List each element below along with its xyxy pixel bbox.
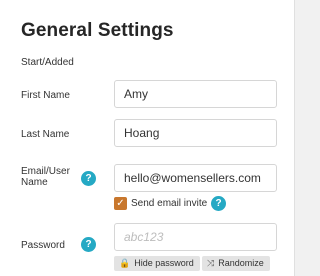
lock-icon: 🔒 [119,258,131,268]
send-invite-help-icon[interactable]: ? [211,196,226,211]
last-name-field[interactable] [114,119,277,147]
password-field[interactable] [114,223,277,251]
email-label: Email/User Name [21,166,70,188]
email-help-icon[interactable]: ? [81,171,96,186]
password-label: Password [21,240,65,251]
email-field[interactable] [114,164,277,192]
send-invite-label[interactable]: Send email invite [131,198,207,209]
hide-password-button[interactable]: 🔒 Hide password [114,256,200,271]
page-title: General Settings [21,20,174,41]
shuffle-icon: ⤨ [207,258,215,268]
settings-panel: General Settings Start/Added First Name … [0,0,295,276]
hide-password-label: Hide password [134,258,194,268]
randomize-label: Randomize [218,258,264,268]
randomize-button[interactable]: ⤨ Randomize [202,256,270,271]
password-help-icon[interactable]: ? [81,237,96,252]
last-name-label: Last Name [21,129,70,140]
first-name-field[interactable] [114,80,277,108]
first-name-label: First Name [21,90,70,101]
send-invite-checkbox[interactable]: ✓ [114,197,127,210]
section-label: Start/Added [21,57,74,68]
